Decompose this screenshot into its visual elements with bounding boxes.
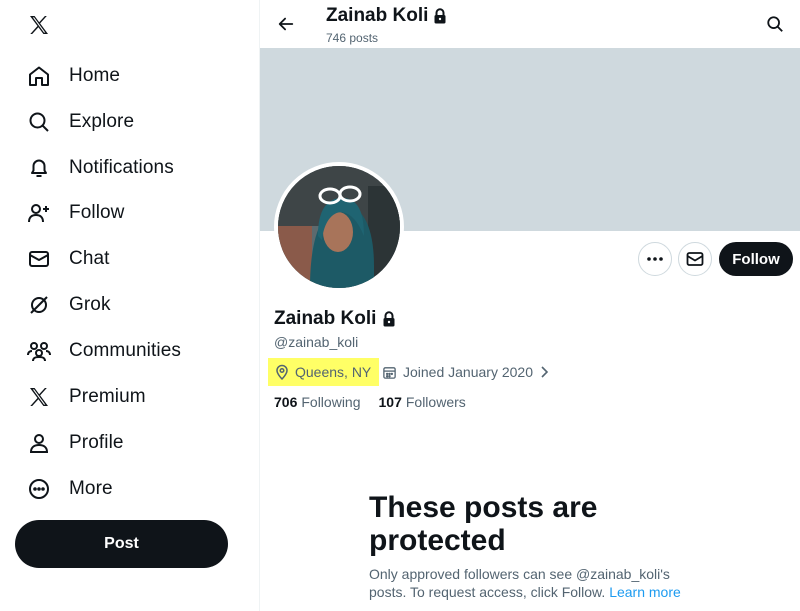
learn-more-link[interactable]: Learn more <box>609 584 681 600</box>
followers-count: 107 <box>378 394 402 410</box>
search-button[interactable] <box>764 13 786 35</box>
calendar-icon <box>383 366 396 379</box>
person-plus-icon <box>26 200 52 226</box>
sidebar: Home Explore Notifications Follow Chat G… <box>0 0 260 611</box>
communities-icon <box>26 338 52 364</box>
mail-icon <box>26 246 52 272</box>
location-pin-icon <box>276 364 288 380</box>
nav-profile-label: Profile <box>69 432 124 453</box>
lock-icon <box>383 311 395 327</box>
nav-more[interactable]: More <box>14 468 125 510</box>
header-name: Zainab Koli <box>326 5 447 27</box>
bell-icon <box>26 155 52 181</box>
username-handle: @zainab_koli <box>274 334 359 350</box>
nav-grok-label: Grok <box>69 294 111 315</box>
search-icon <box>767 16 783 32</box>
nav-communities[interactable]: Communities <box>14 330 193 372</box>
header-name-text: Zainab Koli <box>326 5 429 26</box>
nav-premium-label: Premium <box>69 386 146 407</box>
avatar[interactable] <box>274 162 404 292</box>
person-icon <box>26 430 52 456</box>
nav-more-label: More <box>69 478 113 499</box>
x-premium-icon <box>26 384 52 410</box>
follow-stats: 706 Following 107 Followers <box>274 394 466 410</box>
mail-icon <box>686 252 704 266</box>
followers-link[interactable]: 107 Followers <box>379 394 466 410</box>
more-options-button[interactable] <box>638 242 672 276</box>
nav-premium[interactable]: Premium <box>14 376 158 418</box>
protected-description: Only approved followers can see @zainab_… <box>369 565 699 601</box>
x-logo-icon[interactable] <box>24 10 54 40</box>
location: Queens, NY <box>268 358 380 386</box>
display-name: Zainab Koli <box>274 308 396 330</box>
protected-title: These posts are protected <box>369 491 598 557</box>
chevron-right-icon <box>541 366 549 378</box>
following-label: Following <box>301 394 361 410</box>
nav-chat-label: Chat <box>69 248 110 269</box>
back-button[interactable] <box>272 10 300 38</box>
joined-date[interactable]: Joined January 2020 <box>382 358 549 386</box>
message-button[interactable] <box>678 242 712 276</box>
profile-header: Zainab Koli 746 posts <box>260 0 800 48</box>
profile-main: Zainab Koli 746 posts Follow Zainab Koli <box>260 0 800 611</box>
more-circle-icon <box>26 476 52 502</box>
nav-profile[interactable]: Profile <box>14 422 136 464</box>
following-count: 706 <box>274 394 298 410</box>
nav-notifications[interactable]: Notifications <box>14 147 186 189</box>
display-name-text: Zainab Koli <box>274 308 377 329</box>
ellipsis-icon <box>647 257 663 261</box>
following-link[interactable]: 706 Following <box>274 394 361 410</box>
nav-chat[interactable]: Chat <box>14 238 122 280</box>
nav-communities-label: Communities <box>69 340 181 361</box>
location-text: Queens, NY <box>295 364 372 380</box>
nav-explore[interactable]: Explore <box>14 101 146 143</box>
home-icon <box>26 63 52 89</box>
nav-explore-label: Explore <box>69 111 135 132</box>
joined-text: Joined January 2020 <box>403 364 533 380</box>
follow-button[interactable]: Follow <box>719 242 793 276</box>
nav-follow-label: Follow <box>69 202 125 223</box>
nav-grok[interactable]: Grok <box>14 284 123 326</box>
nav-notifications-label: Notifications <box>69 157 174 178</box>
search-icon <box>26 109 52 135</box>
lock-icon <box>434 8 446 24</box>
nav-follow[interactable]: Follow <box>14 192 137 234</box>
followers-label: Followers <box>405 394 466 410</box>
posts-count: 746 posts <box>326 31 379 45</box>
nav-home[interactable]: Home <box>14 55 132 97</box>
grok-icon <box>26 292 52 318</box>
arrow-left-icon <box>278 17 294 31</box>
post-button[interactable]: Post <box>15 520 228 568</box>
nav-home-label: Home <box>69 65 121 86</box>
